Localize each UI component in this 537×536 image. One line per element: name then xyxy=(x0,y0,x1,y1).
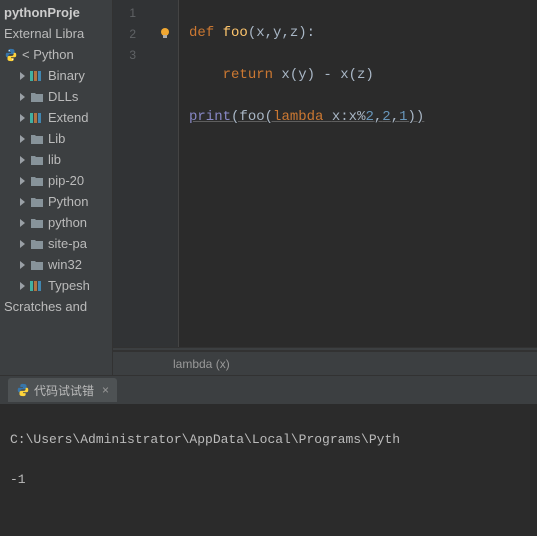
tree-item-label: Binary xyxy=(48,68,85,83)
expand-arrow-icon[interactable] xyxy=(18,197,28,207)
expand-arrow-icon[interactable] xyxy=(18,92,28,102)
python-icon xyxy=(4,48,18,62)
folder-icon xyxy=(30,259,44,271)
external-label: External Libra xyxy=(4,26,84,41)
expand-arrow-icon[interactable] xyxy=(18,155,28,165)
folder-icon xyxy=(30,196,44,208)
intention-bulb-icon[interactable] xyxy=(158,26,172,43)
project-root[interactable]: pythonProje xyxy=(0,2,112,23)
console-line: -1 xyxy=(10,470,527,490)
tree-item-win32[interactable]: win32 xyxy=(0,254,112,275)
tree-item-label: site-pa xyxy=(48,236,87,251)
python-run-icon xyxy=(16,383,30,397)
editor-body: 1 2 3 def foo(x,y,z): return x(y) - x(z)… xyxy=(113,0,537,347)
tree-item-python-lower[interactable]: python xyxy=(0,212,112,233)
run-tool-window: 代码试试错 × C:\Users\Administrator\AppData\L… xyxy=(0,375,537,536)
code-line-3[interactable]: print(foo(lambda x:x%2,2,1)) xyxy=(189,107,537,128)
console-output[interactable]: C:\Users\Administrator\AppData\Local\Pro… xyxy=(0,404,537,536)
expand-arrow-icon[interactable] xyxy=(18,260,28,270)
python-label: < Python xyxy=(22,47,74,62)
close-tab-icon[interactable]: × xyxy=(102,383,109,397)
tree-item-dlls[interactable]: DLLs xyxy=(0,86,112,107)
scratches-label: Scratches and xyxy=(4,299,87,314)
run-tab[interactable]: 代码试试错 × xyxy=(8,378,117,402)
tree-item-lib-upper[interactable]: Lib xyxy=(0,128,112,149)
breadcrumb-text: lambda (x) xyxy=(173,357,230,371)
gutter: 1 2 3 xyxy=(113,0,179,347)
folder-icon xyxy=(30,175,44,187)
tree-item-site-packages[interactable]: site-pa xyxy=(0,233,112,254)
scratches-node[interactable]: Scratches and xyxy=(0,296,112,317)
expand-arrow-icon[interactable] xyxy=(18,218,28,228)
run-tab-label: 代码试试错 xyxy=(34,382,94,399)
breadcrumb-bar[interactable]: lambda (x) xyxy=(113,351,537,375)
tree-item-label: Typesh xyxy=(48,278,90,293)
tree-item-label: DLLs xyxy=(48,89,78,104)
tree-item-label: win32 xyxy=(48,257,82,272)
project-sidebar: pythonProje External Libra < Python Bina… xyxy=(0,0,113,375)
library-icon xyxy=(30,112,44,124)
project-label: pythonProje xyxy=(4,5,80,20)
folder-icon xyxy=(30,91,44,103)
folder-icon xyxy=(30,154,44,166)
code-line-2[interactable]: return x(y) - x(z) xyxy=(189,65,537,86)
expand-arrow-icon[interactable] xyxy=(18,176,28,186)
project-tree: pythonProje External Libra < Python Bina… xyxy=(0,0,112,317)
tree-item-label: Extend xyxy=(48,110,88,125)
expand-arrow-icon[interactable] xyxy=(18,113,28,123)
tree-item-label: lib xyxy=(48,152,61,167)
tree-item-label: python xyxy=(48,215,87,230)
tree-item-lib-lower[interactable]: lib xyxy=(0,149,112,170)
expand-arrow-icon[interactable] xyxy=(18,71,28,81)
python-sdk[interactable]: < Python xyxy=(0,44,112,65)
gutter-line-2[interactable]: 2 xyxy=(113,23,178,44)
code-line-1[interactable]: def foo(x,y,z): xyxy=(189,23,537,44)
expand-arrow-icon[interactable] xyxy=(18,281,28,291)
folder-icon xyxy=(30,217,44,229)
gutter-line-3[interactable]: 3 xyxy=(113,44,178,65)
external-libraries[interactable]: External Libra xyxy=(0,23,112,44)
code-editor[interactable]: def foo(x,y,z): return x(y) - x(z) print… xyxy=(179,0,537,347)
expand-arrow-icon[interactable] xyxy=(18,134,28,144)
tree-item-extend[interactable]: Extend xyxy=(0,107,112,128)
library-icon xyxy=(30,280,44,292)
folder-icon xyxy=(30,133,44,145)
console-line: C:\Users\Administrator\AppData\Local\Pro… xyxy=(10,430,527,450)
tree-item-label: pip-20 xyxy=(48,173,84,188)
tree-item-typeshed[interactable]: Typesh xyxy=(0,275,112,296)
expand-arrow-icon[interactable] xyxy=(18,239,28,249)
tree-item-label: Lib xyxy=(48,131,65,146)
gutter-line-1[interactable]: 1 xyxy=(113,2,178,23)
library-icon xyxy=(30,70,44,82)
tree-item-label: Python xyxy=(48,194,88,209)
editor-area: 1 2 3 def foo(x,y,z): return x(y) - x(z)… xyxy=(113,0,537,375)
folder-icon xyxy=(30,238,44,250)
run-tabs: 代码试试错 × xyxy=(0,376,537,404)
tree-item-pip[interactable]: pip-20 xyxy=(0,170,112,191)
tree-item-python-upper[interactable]: Python xyxy=(0,191,112,212)
tree-item-binary[interactable]: Binary xyxy=(0,65,112,86)
